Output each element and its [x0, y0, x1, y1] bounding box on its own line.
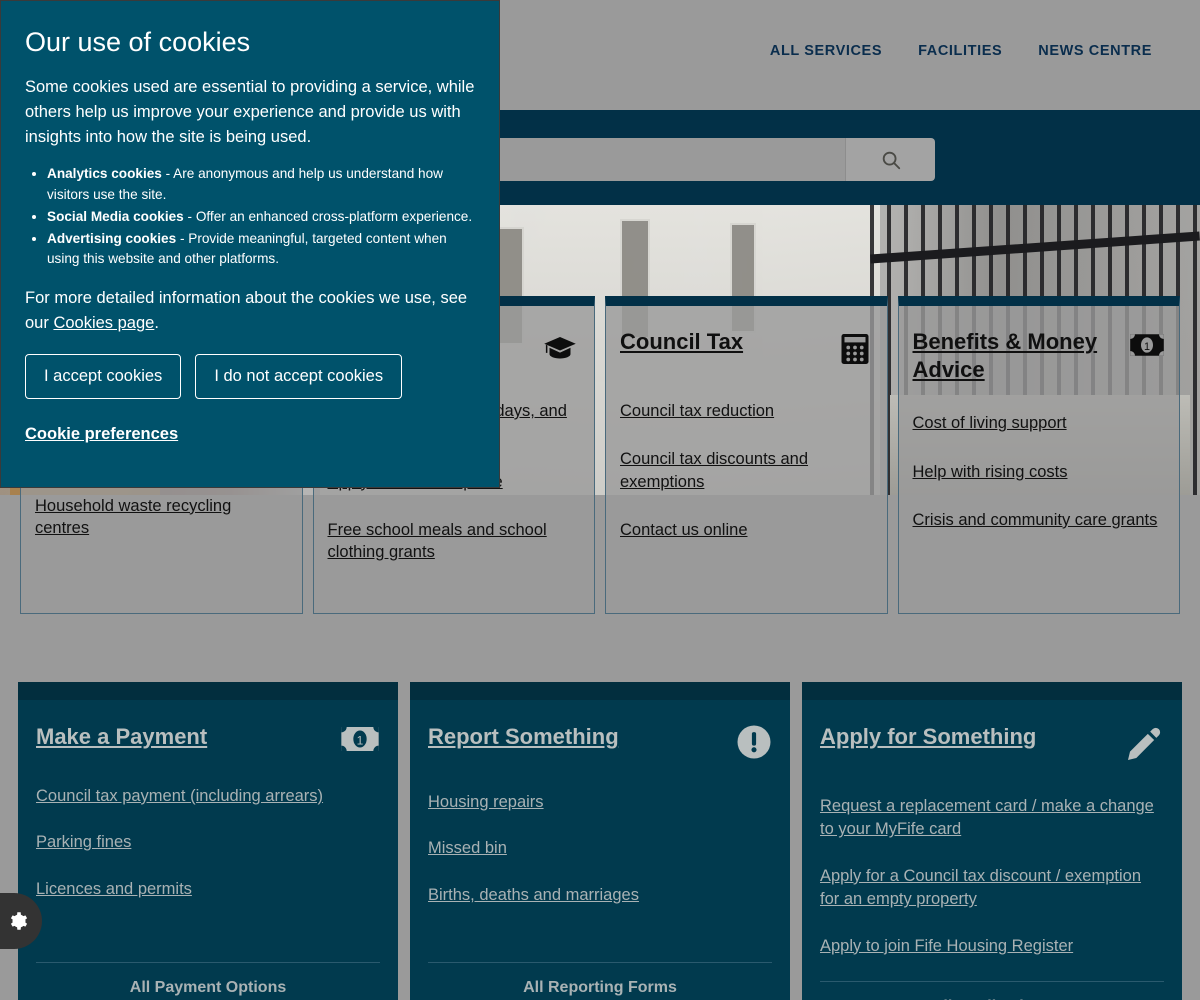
search-icon — [882, 151, 900, 169]
graduation-cap-icon — [540, 328, 580, 372]
list-item: Free school meals and school clothing gr… — [328, 519, 581, 564]
card-footer: All Reporting Forms — [428, 962, 772, 1000]
pencil-icon — [1124, 724, 1164, 769]
svg-text:1: 1 — [357, 734, 364, 748]
calculator-icon — [837, 328, 873, 372]
banknote-icon: 1 — [1129, 328, 1165, 364]
card-footer: All Payment Options — [36, 962, 380, 1000]
top-navigation: ALL SERVICES FACILITIES NEWS CENTRE — [770, 43, 1152, 59]
card-link[interactable]: Council tax payment (including arrears) — [36, 787, 323, 805]
card-title[interactable]: Make a Payment — [36, 724, 207, 750]
cookie-more-info: For more detailed information about the … — [25, 286, 475, 336]
list-item: Parking fines — [36, 831, 380, 854]
card-link[interactable]: Council tax reduction — [620, 402, 774, 420]
cookie-type-term: Advertising cookies — [47, 231, 177, 247]
card-header: Benefits & Money Advice 1 — [913, 328, 1166, 384]
cookie-button-group: I accept cookies I do not accept cookies — [25, 353, 475, 399]
card-link[interactable]: Apply for a Council tax discount / exemp… — [820, 867, 1141, 908]
banknote-icon: 1 — [340, 724, 380, 759]
list-item: Council tax payment (including arrears) — [36, 785, 380, 808]
list-item: Request a replacement card / make a chan… — [820, 795, 1164, 842]
card-link[interactable]: Housing repairs — [428, 793, 544, 811]
card-link[interactable]: Council tax discounts and exemptions — [620, 450, 808, 490]
card-footer-link[interactable]: All Payment Options — [130, 979, 286, 996]
action-card-report-something[interactable]: Report Something Housing repairs Missed … — [410, 682, 790, 1000]
cookie-type-term: Analytics cookies — [47, 166, 162, 182]
list-item: Crisis and community care grants — [913, 509, 1166, 531]
card-link[interactable]: Licences and permits — [36, 880, 192, 898]
card-link-list: Housing repairs Missed bin Births, death… — [428, 791, 772, 962]
list-item: Housing repairs — [428, 791, 772, 814]
card-link[interactable]: Births, deaths and marriages — [428, 886, 639, 904]
card-link-list: Council tax payment (including arrears) … — [36, 785, 380, 962]
card-title[interactable]: Apply for Something — [820, 724, 1036, 750]
list-item: Social Media cookies - Offer an enhanced… — [47, 207, 475, 227]
list-item: Contact us online — [620, 519, 873, 541]
card-link-list: Request a replacement card / make a chan… — [820, 795, 1164, 981]
service-card-benefits-money-advice[interactable]: Benefits & Money Advice 1 Cost of living… — [897, 296, 1180, 614]
card-link[interactable]: Help with rising costs — [913, 463, 1068, 481]
list-item: Advertising cookies - Provide meaningful… — [47, 229, 475, 270]
card-link[interactable]: Parking fines — [36, 833, 131, 851]
exclamation-circle-icon — [736, 724, 772, 765]
list-item: Births, deaths and marriages — [428, 884, 772, 907]
card-link-list: Council tax reduction Council tax discou… — [620, 400, 873, 541]
card-footer: All Applications — [820, 981, 1164, 1000]
search-button[interactable] — [845, 138, 935, 181]
cookie-type-list: Analytics cookies - Are anonymous and he… — [47, 164, 475, 269]
gear-icon — [10, 912, 28, 930]
nav-item-facilities[interactable]: FACILITIES — [918, 43, 1002, 59]
card-header: Make a Payment 1 — [36, 724, 380, 759]
cookie-type-term: Social Media cookies — [47, 208, 184, 224]
card-title[interactable]: Report Something — [428, 724, 619, 750]
list-item: Missed bin — [428, 837, 772, 860]
service-card-council-tax[interactable]: Council Tax Council tax reduction Counci… — [605, 296, 888, 614]
card-header: Apply for Something — [820, 724, 1164, 769]
card-link[interactable]: Free school meals and school clothing gr… — [328, 521, 547, 561]
cookie-consent-dialog: Our use of cookies Some cookies used are… — [0, 0, 500, 488]
card-link[interactable]: Household waste recycling centres — [35, 497, 231, 537]
card-footer-link[interactable]: All Reporting Forms — [523, 979, 677, 996]
action-card-row: Make a Payment 1 Council tax payment (in… — [0, 682, 1200, 1000]
card-link[interactable]: Request a replacement card / make a chan… — [820, 797, 1154, 838]
svg-text:1: 1 — [1144, 341, 1150, 353]
action-card-make-a-payment[interactable]: Make a Payment 1 Council tax payment (in… — [18, 682, 398, 1000]
card-link[interactable]: Missed bin — [428, 839, 507, 857]
list-item: Cost of living support — [913, 412, 1166, 434]
card-header: Report Something — [428, 724, 772, 765]
card-header: Council Tax — [620, 328, 873, 372]
list-item: Council tax reduction — [620, 400, 873, 422]
list-item: Council tax discounts and exemptions — [620, 448, 873, 493]
reject-cookies-button[interactable]: I do not accept cookies — [195, 353, 403, 399]
card-link-list: Cost of living support Help with rising … — [913, 412, 1166, 531]
card-link[interactable]: Contact us online — [620, 521, 748, 539]
accept-cookies-button[interactable]: I accept cookies — [25, 353, 182, 399]
cookie-dialog-heading: Our use of cookies — [25, 27, 251, 57]
list-item: Apply for a Council tax discount / exemp… — [820, 865, 1164, 912]
list-item: Help with rising costs — [913, 461, 1166, 483]
nav-item-news-centre[interactable]: NEWS CENTRE — [1038, 43, 1152, 59]
card-link[interactable]: Crisis and community care grants — [913, 511, 1158, 529]
cookie-more-info-suffix: . — [154, 313, 159, 332]
card-link[interactable]: Apply to join Fife Housing Register — [820, 937, 1073, 955]
cookie-dialog-intro: Some cookies used are essential to provi… — [25, 78, 475, 147]
action-card-apply-for-something[interactable]: Apply for Something Request a replacemen… — [802, 682, 1182, 1000]
list-item: Analytics cookies - Are anonymous and he… — [47, 164, 475, 205]
list-item: Licences and permits — [36, 878, 380, 901]
card-title[interactable]: Benefits & Money Advice — [913, 328, 1122, 384]
cookies-page-link[interactable]: Cookies page — [53, 314, 154, 332]
nav-item-all-services[interactable]: ALL SERVICES — [770, 43, 882, 59]
card-link[interactable]: Cost of living support — [913, 414, 1067, 432]
list-item: Household waste recycling centres — [35, 495, 288, 540]
cookie-preferences-link[interactable]: Cookie preferences — [25, 425, 178, 444]
list-item: Apply to join Fife Housing Register — [820, 935, 1164, 958]
card-title[interactable]: Council Tax — [620, 328, 743, 356]
cookie-type-desc: - Offer an enhanced cross-platform exper… — [183, 208, 473, 224]
